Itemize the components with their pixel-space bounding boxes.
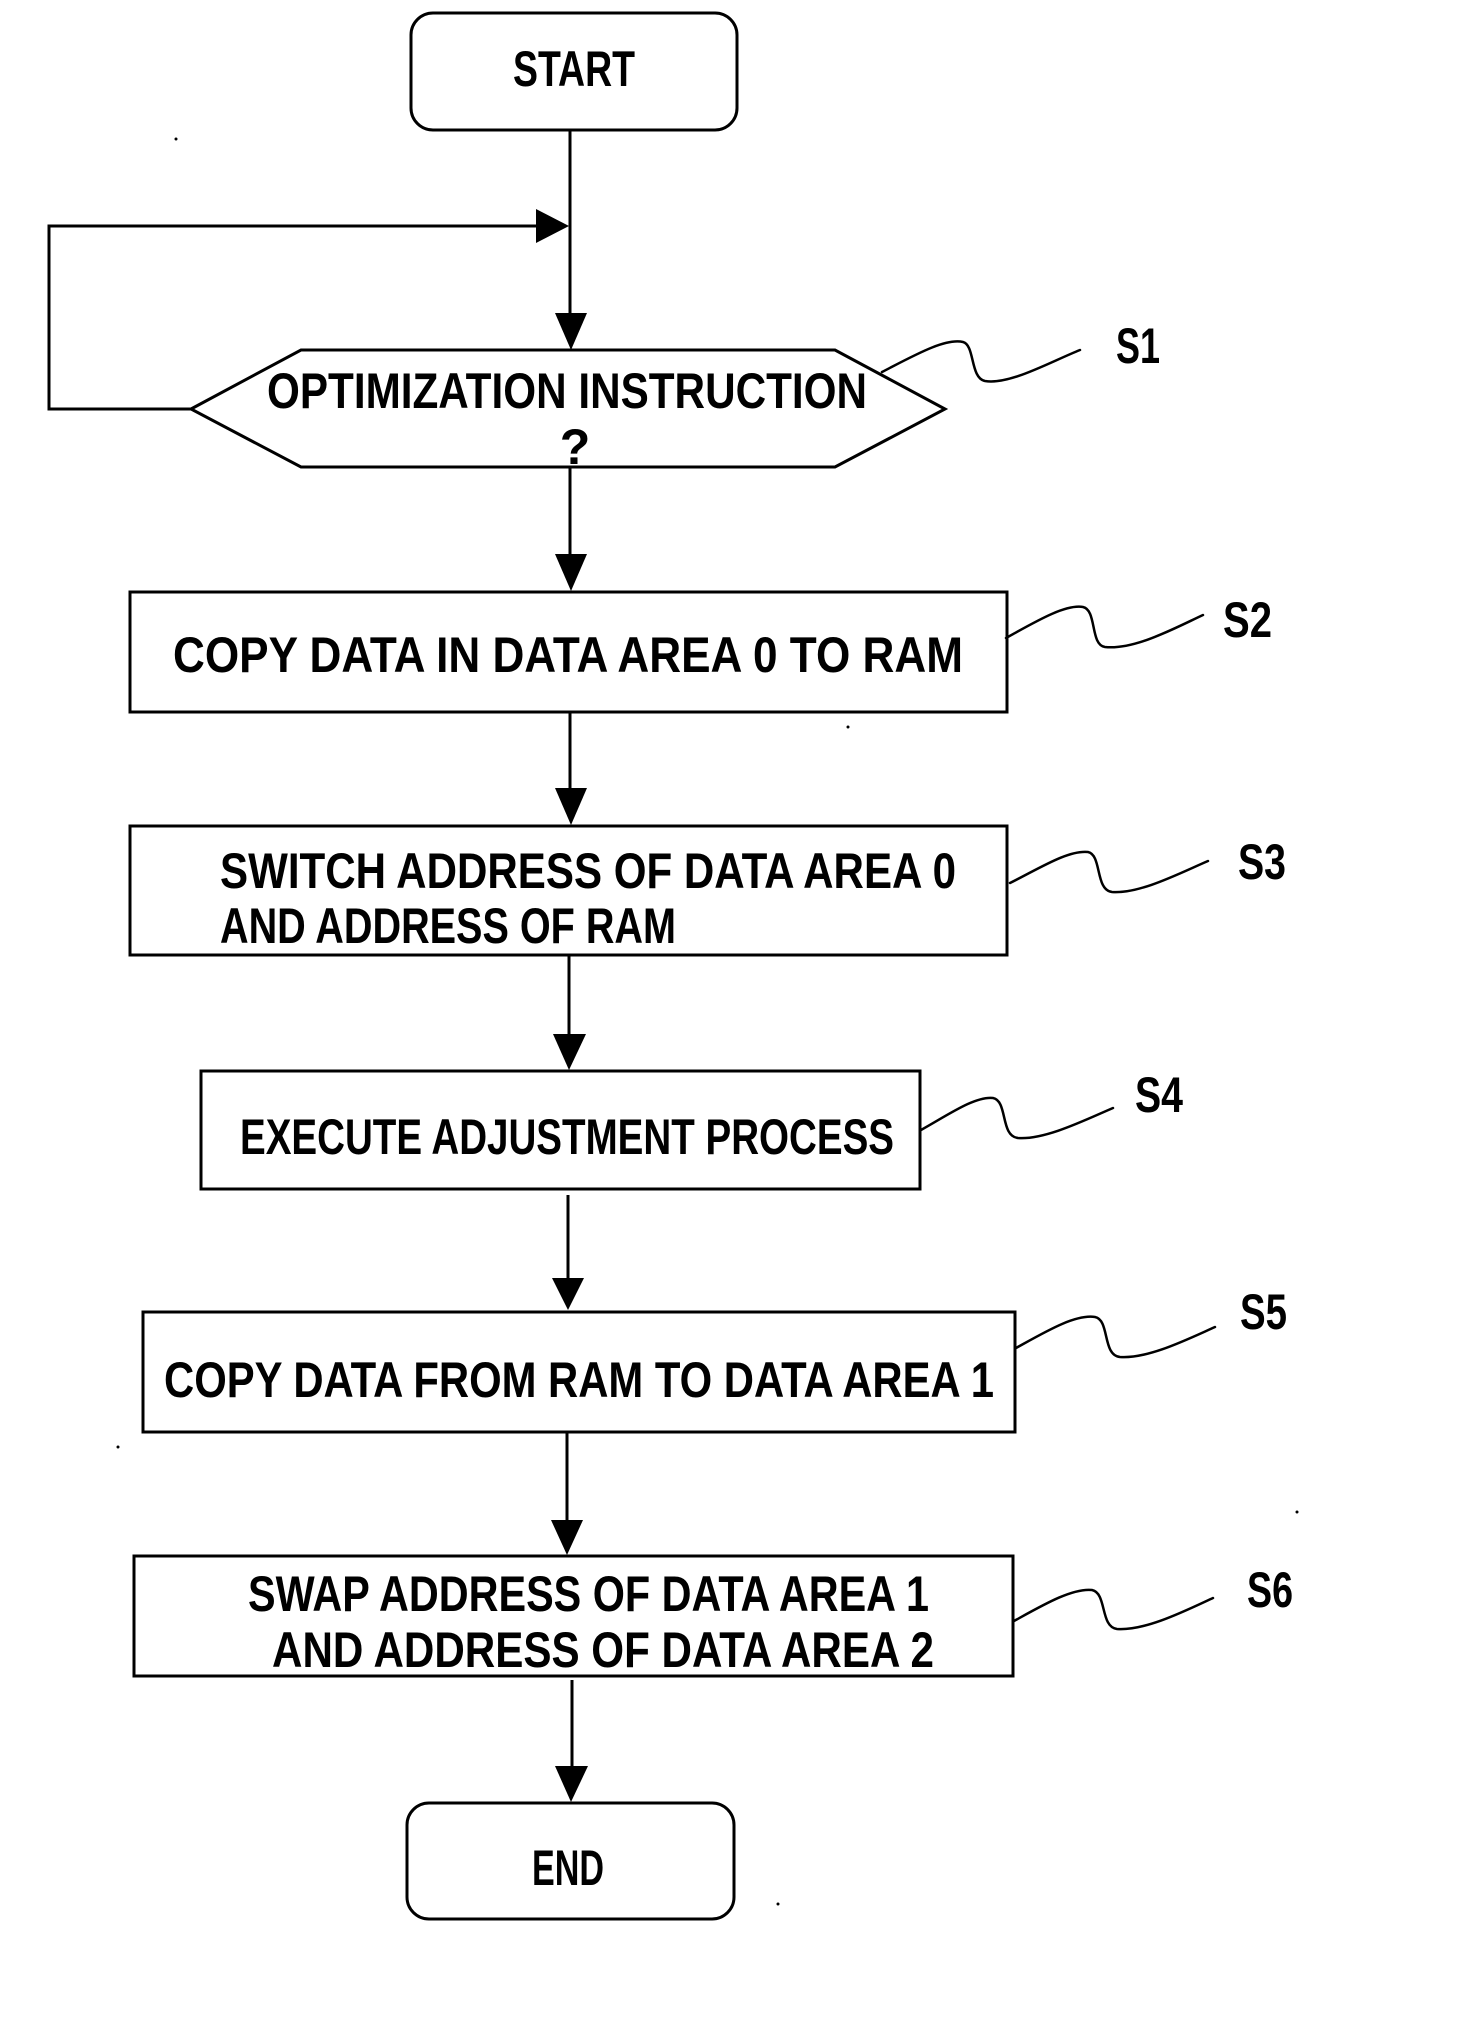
- step-s3-process: SWITCH ADDRESS OF DATA AREA 0 AND ADDRES…: [128, 824, 1009, 957]
- step-label-s3: S3: [1238, 834, 1286, 890]
- step-s5-process: COPY DATA FROM RAM TO DATA AREA 1: [141, 1310, 1017, 1434]
- s6-text-line-1: SWAP ADDRESS OF DATA AREA 1: [248, 1566, 929, 1622]
- step-label-s1: S1: [1116, 318, 1160, 374]
- leader-s4: [919, 1096, 1115, 1140]
- start-label: START: [513, 41, 635, 97]
- leader-s6: [1012, 1588, 1215, 1631]
- arrowhead-s4-to-s5: [552, 1278, 584, 1310]
- scan-speck: [116, 1445, 120, 1449]
- step-s4-process: EXECUTE ADJUSTMENT PROCESS: [199, 1069, 922, 1191]
- arrowhead-s1-to-s2: [555, 554, 587, 591]
- s2-text: COPY DATA IN DATA AREA 0 TO RAM: [173, 627, 963, 683]
- flowchart: START OPTIMIZATION INSTRUCTION ? S1 COPY…: [47, 11, 1299, 1921]
- step-s1-decision: OPTIMIZATION INSTRUCTION ?: [187, 348, 949, 475]
- step-label-s4: S4: [1135, 1067, 1183, 1123]
- scan-speck: [776, 1902, 780, 1906]
- s1-text-line-1: OPTIMIZATION INSTRUCTION: [267, 363, 867, 419]
- s1-text-line-2: ?: [560, 419, 591, 475]
- leader-s1: [880, 340, 1082, 383]
- leader-s2: [1004, 605, 1205, 649]
- arrowhead-s6-to-end: [555, 1766, 588, 1802]
- arrowhead-s2-to-s3: [555, 788, 587, 825]
- start-terminal: START: [409, 11, 739, 132]
- scan-speck: [174, 137, 178, 141]
- end-label: END: [532, 1840, 604, 1896]
- leader-s5: [1014, 1315, 1217, 1359]
- step-s2-process: COPY DATA IN DATA AREA 0 TO RAM: [128, 590, 1009, 714]
- end-terminal: END: [405, 1801, 736, 1921]
- scan-speck: [1295, 1510, 1299, 1514]
- scan-speck: [846, 725, 850, 729]
- s3-text-line-2: AND ADDRESS OF RAM: [220, 898, 676, 954]
- step-label-s6: S6: [1247, 1562, 1293, 1618]
- s5-text: COPY DATA FROM RAM TO DATA AREA 1: [164, 1352, 994, 1408]
- s6-text-line-2: AND ADDRESS OF DATA AREA 2: [272, 1622, 934, 1678]
- arrowhead-s5-to-s6: [551, 1520, 583, 1555]
- arrowhead-s3-to-s4: [553, 1034, 586, 1070]
- step-s6-process: SWAP ADDRESS OF DATA AREA 1 AND ADDRESS …: [132, 1554, 1015, 1678]
- step-label-s5: S5: [1240, 1284, 1287, 1340]
- s4-text: EXECUTE ADJUSTMENT PROCESS: [240, 1109, 894, 1165]
- s3-text-line-1: SWITCH ADDRESS OF DATA AREA 0: [220, 843, 956, 899]
- step-label-s2: S2: [1223, 592, 1272, 648]
- arrowhead-start-to-s1: [555, 313, 587, 350]
- leader-s3: [1008, 850, 1210, 894]
- arrowhead-loop-back: [536, 209, 569, 243]
